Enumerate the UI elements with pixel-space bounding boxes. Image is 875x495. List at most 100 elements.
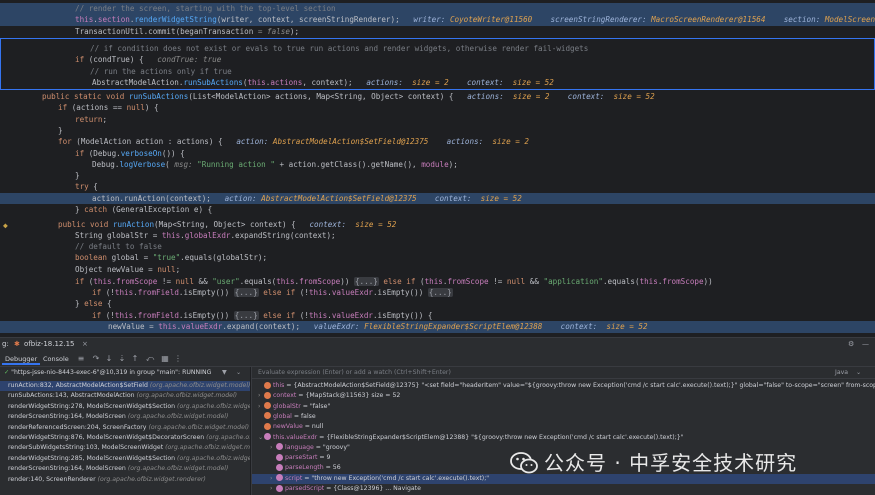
stack-frame[interactable]: renderWidgetString:876, ModelScreenWidge… bbox=[0, 433, 250, 443]
step-over-icon[interactable]: ↷ bbox=[91, 354, 101, 364]
code-line[interactable]: for (ModelAction action : actions) { act… bbox=[0, 136, 875, 147]
code-token: if bbox=[92, 287, 106, 297]
session-tab[interactable]: ofbiz-18.12.15 bbox=[24, 340, 75, 348]
code-token: { bbox=[93, 182, 98, 192]
session-prefix: g: bbox=[2, 340, 9, 348]
frame-method: renderSubWidgetsString:103, ModelScreenW… bbox=[8, 444, 166, 452]
stack-frame[interactable]: renderWidgetString:278, ModelScreenWidge… bbox=[0, 402, 250, 412]
code-line[interactable]: TransactionUtil.commit(beganTransaction … bbox=[0, 26, 875, 37]
step-into-icon[interactable]: ↓ bbox=[104, 354, 114, 364]
code-token: // run the actions only if true bbox=[90, 66, 232, 76]
drop-frame-icon[interactable]: ⤺ bbox=[145, 354, 155, 364]
stack-frame[interactable]: renderScreenString:164, ModelScreen (org… bbox=[0, 412, 250, 422]
stack-frame[interactable]: renderReferencedScreen:204, ScreenFactor… bbox=[0, 423, 250, 433]
gear-icon[interactable]: ⚙ bbox=[848, 340, 854, 348]
close-icon[interactable]: × bbox=[82, 340, 88, 348]
code-line[interactable]: String globalStr = this.globalExdr.expan… bbox=[0, 230, 875, 241]
code-token[interactable]: {...} bbox=[427, 287, 453, 297]
code-token[interactable]: {...} bbox=[233, 310, 259, 320]
code-line[interactable]: if (this.fromScope != null && "user".equ… bbox=[0, 276, 875, 287]
chevron-down-icon[interactable]: ⌄ bbox=[236, 367, 241, 379]
code-line[interactable]: public void runAction(Map<String, Object… bbox=[0, 219, 875, 230]
stack-frame[interactable]: renderSubWidgetsString:103, ModelScreenW… bbox=[0, 443, 250, 453]
code-line[interactable]: public static void runSubActions(List<Mo… bbox=[0, 91, 875, 102]
code-line[interactable]: Object newValue = null; bbox=[0, 264, 875, 275]
code-line[interactable]: // run the actions only if true bbox=[0, 66, 875, 77]
breakpoint-icon[interactable]: ◆ bbox=[3, 222, 8, 230]
code-token: section bbox=[97, 15, 130, 25]
chevron-down-icon[interactable]: ⌄ bbox=[856, 367, 861, 379]
expand-toggle-icon[interactable]: ⌄ bbox=[258, 433, 264, 443]
code-line[interactable]: newValue = this.valueExdr.expand(context… bbox=[0, 321, 875, 333]
more-icon[interactable]: ⋮ bbox=[173, 354, 183, 364]
code-line[interactable]: this.section.renderWidgetString(writer, … bbox=[0, 14, 875, 26]
frame-method: runAction:832, AbstractModelAction$SetFi… bbox=[8, 382, 150, 389]
check-icon: ✓ bbox=[4, 369, 10, 376]
stack-frame[interactable]: renderScreenString:164, ModelScreen (org… bbox=[0, 464, 250, 474]
code-line[interactable]: Debug.logVerbose( msg: "Running action "… bbox=[0, 159, 875, 170]
expand-toggle-icon[interactable]: › bbox=[258, 402, 264, 412]
stack-frame[interactable]: renderWidgetString:285, ModelScreenWidge… bbox=[0, 454, 250, 464]
variable-row[interactable]: ⌄ this.valueExdr = {FlexibleStringExpande… bbox=[252, 433, 875, 443]
code-line[interactable]: boolean global = "true".equals(globalStr… bbox=[0, 252, 875, 263]
code-line[interactable]: } bbox=[0, 170, 875, 181]
code-editor[interactable]: // render the screen, starting with the … bbox=[0, 0, 875, 337]
code-line[interactable]: } catch (GeneralException e) { bbox=[0, 204, 875, 215]
code-token[interactable]: {...} bbox=[353, 276, 379, 286]
code-token: actions: bbox=[428, 137, 488, 147]
filter-icon[interactable]: ▼ bbox=[222, 367, 227, 379]
variable-icon bbox=[264, 391, 271, 399]
code-token: condTrue: true bbox=[157, 55, 222, 65]
code-token: .isEmpty()) bbox=[372, 287, 428, 297]
stack-frame[interactable]: runSubActions:143, AbstractModelAction (… bbox=[0, 391, 250, 401]
code-line[interactable]: if (actions == null) { bbox=[0, 102, 875, 113]
variable-value: = {FlexibleStringExpander$ScriptElem@123… bbox=[317, 433, 684, 441]
code-line[interactable]: action.runAction(context); action: Abstr… bbox=[0, 193, 875, 205]
code-token: (List<ModelAction> actions, Map<String, … bbox=[188, 92, 468, 101]
code-line[interactable]: if (!this.fromField.isEmpty()) {...} els… bbox=[0, 310, 875, 321]
code-line[interactable]: // default to false bbox=[0, 241, 875, 252]
code-token: .expand(context); bbox=[222, 322, 314, 332]
variable-row[interactable]: › context = {MapStack@11563} size = 52 bbox=[252, 391, 875, 401]
force-step-into-icon[interactable]: ⇣ bbox=[117, 354, 127, 364]
expand-toggle-icon[interactable]: › bbox=[270, 474, 276, 484]
stack-frame[interactable]: runAction:832, AbstractModelAction$SetFi… bbox=[0, 381, 250, 392]
code-line[interactable]: } else { bbox=[0, 298, 875, 309]
variable-value: = 56 bbox=[323, 464, 341, 472]
code-token: (Map<String, Object> context) { bbox=[154, 220, 310, 229]
code-line[interactable]: // if condition does not exist or evals … bbox=[0, 43, 875, 54]
eval-mode-select[interactable]: Java bbox=[835, 367, 848, 379]
expand-toggle-icon[interactable]: › bbox=[258, 391, 264, 401]
code-token[interactable]: {...} bbox=[233, 287, 259, 297]
variable-row[interactable]: › globalStr = "false" bbox=[252, 402, 875, 412]
code-line[interactable]: if (condTrue) { condTrue: true bbox=[0, 54, 875, 65]
code-token: fromScope bbox=[662, 276, 704, 286]
variable-row[interactable]: this = {AbstractModelAction$SetField@123… bbox=[252, 381, 875, 391]
table-view-icon[interactable]: ▦ bbox=[160, 354, 170, 364]
code-line[interactable]: // render the screen, starting with the … bbox=[0, 3, 875, 15]
code-token: null bbox=[157, 264, 176, 274]
tab-console[interactable]: Console bbox=[40, 354, 72, 365]
code-token: .equals(globalStr); bbox=[180, 253, 268, 263]
stack-frame[interactable]: render:140, ScreenRenderer (org.apache.o… bbox=[0, 475, 250, 485]
code-line[interactable]: if (Debug.verboseOn()) { bbox=[0, 148, 875, 159]
code-token: (GeneralException e) { bbox=[111, 205, 213, 215]
code-line[interactable]: AbstractModelAction.runSubActions(this.a… bbox=[0, 77, 875, 88]
menu-icon[interactable]: ≡ bbox=[76, 354, 86, 364]
tab-debugger[interactable]: Debugger bbox=[2, 354, 41, 365]
frame-method: renderScreenString:164, ModelScreen bbox=[8, 413, 128, 421]
evaluate-expression-input[interactable]: Evaluate expression (Enter) or add a wat… bbox=[252, 367, 875, 379]
thread-selector[interactable]: ✓ "https-jsse-nio-8443-exec-6"@10,319 in… bbox=[0, 367, 250, 379]
variable-row[interactable]: › parsedScript = {Class@12396} ... Naviga… bbox=[252, 484, 875, 494]
expand-toggle-icon[interactable]: › bbox=[270, 443, 276, 453]
code-line[interactable]: try { bbox=[0, 181, 875, 192]
code-token: newValue = bbox=[108, 322, 159, 332]
code-line[interactable]: if (!this.fromField.isEmpty()) {...} els… bbox=[0, 287, 875, 298]
code-line[interactable]: return; bbox=[0, 114, 875, 125]
minimize-icon[interactable]: — bbox=[862, 340, 869, 348]
variable-row[interactable]: global = false bbox=[252, 412, 875, 422]
variable-row[interactable]: newValue = null bbox=[252, 422, 875, 432]
code-token: && bbox=[193, 276, 213, 286]
code-line[interactable]: } bbox=[0, 125, 875, 136]
step-out-icon[interactable]: ↑ bbox=[130, 354, 140, 364]
